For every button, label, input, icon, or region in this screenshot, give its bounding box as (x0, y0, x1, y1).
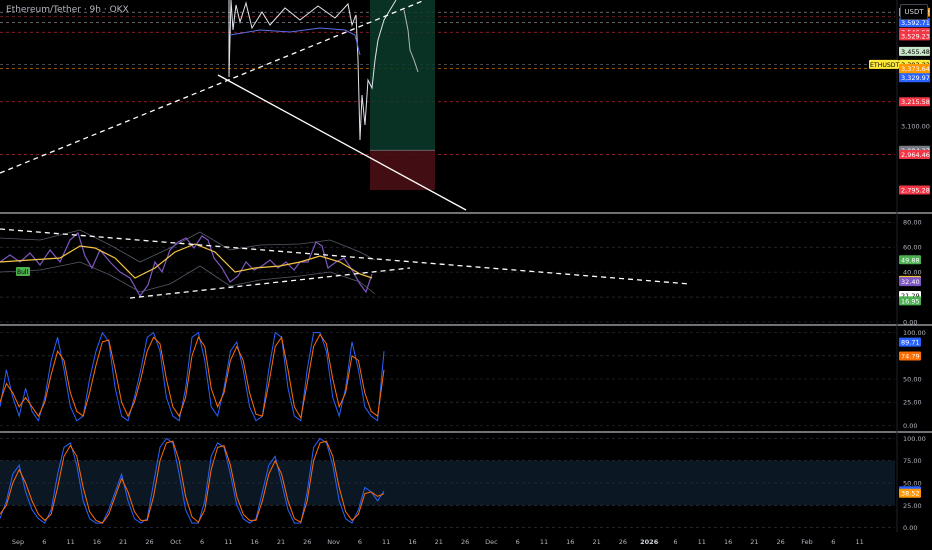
x-axis-label: 11 (698, 538, 706, 546)
rsi-tag-label: 16.95 (901, 297, 920, 305)
price-tag: 2,795.28 (899, 185, 930, 195)
stoch-rsi-1-tag-label: 89.71 (901, 339, 920, 347)
price-tag-label: 2,795.28 (901, 186, 930, 194)
rsi-axis-tick: 0.00 (903, 319, 917, 327)
stoch-rsi-1-axis-tick: 0.00 (903, 422, 917, 430)
rsi-line (0, 231, 373, 298)
x-axis-label: Dec (485, 538, 498, 546)
stoch-rsi-2-tag-label: 38.52 (901, 490, 920, 498)
stoch-rsi-2-value-tag: 38.52 (899, 488, 921, 498)
x-axis-label: 21 (750, 538, 758, 546)
price-tag: 3,215.58 (899, 97, 930, 107)
x-axis-label: 26 (145, 538, 153, 546)
x-axis-label: 6 (831, 538, 835, 546)
rsi-tag-label: 32.40 (901, 278, 920, 286)
x-axis-label: 11 (855, 538, 863, 546)
x-axis-label: 16 (724, 538, 732, 546)
x-axis-label: 26 (777, 538, 785, 546)
symbol-tag-label: ETHUSDT (870, 62, 900, 69)
ascending-trendline (0, 0, 426, 174)
stoch-rsi-1-axis-tick: 25.00 (903, 399, 922, 407)
x-axis-label: 6 (673, 538, 677, 546)
stoch-rsi-2-axis-tick: 75.00 (903, 457, 922, 465)
rsi-axis-tick: 40.00 (903, 269, 922, 277)
x-axis-label: Oct (170, 538, 182, 546)
x-axis-label: 6 (200, 538, 204, 546)
x-axis-label: 6 (516, 538, 520, 546)
rsi-value-tag: 32.40 (899, 277, 921, 287)
stoch-rsi-2-axis-tick: 50.00 (903, 480, 922, 488)
price-tag-label: 3,215.58 (901, 98, 930, 106)
x-axis-label: 16 (566, 538, 574, 546)
stoch-rsi-2-axis-tick: 25.00 (903, 502, 922, 510)
symbol-tag: ETHUSDT (869, 59, 900, 69)
stoch-rsi-1-d-line (0, 333, 385, 420)
price-axis-tick: 3,100.00 (901, 123, 930, 131)
price-tag: 3,529.23 (899, 31, 930, 41)
stoch-rsi-1-axis-tick: 100.00 (903, 329, 926, 337)
x-axis-label: Sep (12, 538, 24, 546)
x-axis-label: 16 (408, 538, 416, 546)
x-axis-label: 26 (303, 538, 311, 546)
rsi-tag-label: 49.88 (901, 256, 920, 264)
x-axis-label: 26 (619, 538, 627, 546)
x-axis-label: 11 (540, 538, 548, 546)
x-axis-label: 21 (277, 538, 285, 546)
stoch-rsi-1-value-tag: 74.79 (899, 351, 921, 361)
x-axis-label: 2026 (640, 538, 659, 546)
x-axis-label: Feb (801, 538, 813, 546)
x-axis-label: 21 (435, 538, 443, 546)
rsi-value-tag: 16.95 (899, 296, 921, 306)
price-tag-label: 3,529.23 (901, 32, 930, 40)
x-axis-label: Nov (327, 538, 340, 546)
price-tag: 2,964.46 (899, 149, 930, 159)
currency-button[interactable]: USDT (900, 4, 928, 20)
price-tag-label: 3,329.97 (901, 74, 930, 82)
stoch-rsi-2-axis-tick: 0.00 (903, 524, 917, 532)
chart-title: Ethereum/Tether · 9h · OKX (6, 5, 129, 15)
price-tag-label: 3,373.64 (901, 65, 930, 73)
x-axis-label: 11 (224, 538, 232, 546)
x-axis-label: 16 (251, 538, 259, 546)
rsi-signal-line (0, 243, 373, 279)
rsi-value-tag: 49.88 (899, 255, 921, 265)
price-tag-label: 3,592.71 (901, 19, 930, 27)
x-axis-label: 16 (93, 538, 101, 546)
stoch-rsi-1-tag-label: 74.79 (901, 353, 920, 361)
stoch-rsi-2-axis-tick: 100.00 (903, 435, 926, 443)
price-tag: 3,329.97 (899, 73, 930, 83)
rsi-axis-tick: 60.00 (903, 244, 922, 252)
x-axis-label: 11 (66, 538, 74, 546)
bull-label-text: Bull (17, 269, 29, 276)
x-axis-label: 21 (119, 538, 127, 546)
x-axis-label: 11 (382, 538, 390, 546)
chart-canvas[interactable]: 3,641.723,592.713,546.503,529.233,455.48… (0, 0, 932, 550)
rsi-descending-trendline (0, 228, 691, 285)
stoch-rsi-1-axis-tick: 50.00 (903, 376, 922, 384)
x-axis-label: 6 (42, 538, 46, 546)
price-tag-label: 3,455.48 (901, 48, 930, 56)
x-axis-label: 21 (592, 538, 600, 546)
x-axis-label: 6 (358, 538, 362, 546)
x-axis-label: 26 (461, 538, 469, 546)
price-tag: 3,373.64 (899, 64, 930, 74)
long-position-profit-zone (370, 0, 435, 151)
bull-signal-label: Bull (16, 267, 30, 276)
rsi-axis-tick: 80.00 (903, 219, 922, 227)
price-tag: 3,455.48 (899, 46, 930, 56)
long-position-loss-zone (370, 150, 435, 190)
price-tag-label: 2,964.46 (901, 151, 930, 159)
stoch-rsi-1-value-tag: 89.71 (899, 337, 921, 347)
